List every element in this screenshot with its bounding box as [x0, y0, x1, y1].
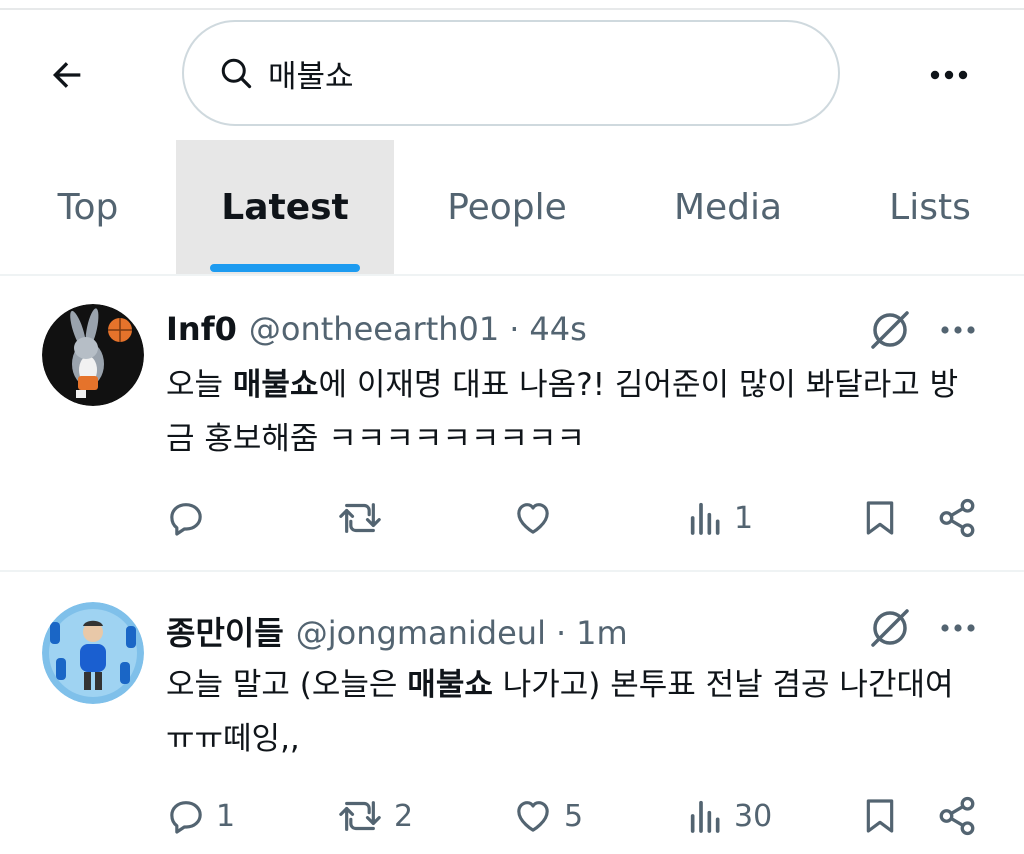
arrow-left-icon: [52, 62, 81, 88]
back-button[interactable]: [44, 52, 90, 98]
tab-label: People: [447, 186, 567, 228]
retweet-button[interactable]: 2: [336, 786, 413, 846]
share-button[interactable]: [936, 488, 978, 548]
bookmark-button[interactable]: [860, 786, 900, 846]
reply-button[interactable]: [166, 488, 216, 548]
reply-button[interactable]: 1: [166, 786, 235, 846]
display-name[interactable]: Inf0: [166, 310, 237, 348]
heart-icon: [517, 801, 549, 832]
username[interactable]: @ontheearth01: [249, 310, 499, 348]
reply-icon: [170, 801, 202, 834]
tab-media[interactable]: Media: [620, 140, 836, 274]
tab-label: Top: [57, 186, 119, 228]
more-horizontal-icon: [930, 70, 968, 80]
share-icon: [939, 796, 975, 836]
like-count: 5: [564, 798, 584, 834]
retweet-button[interactable]: [336, 488, 394, 548]
like-button[interactable]: [512, 488, 564, 548]
tab-label: Lists: [889, 186, 971, 228]
views-icon: [690, 800, 720, 833]
separator: ·: [555, 614, 567, 652]
tab-label: Media: [673, 186, 783, 228]
avatar[interactable]: [42, 304, 144, 406]
share-icon: [939, 498, 975, 538]
avatar[interactable]: [42, 602, 144, 704]
share-button[interactable]: [936, 786, 978, 846]
grok-icon: [871, 311, 909, 349]
bookmark-icon: [866, 799, 894, 833]
bookmark-button[interactable]: [860, 488, 900, 548]
text-before: 오늘: [166, 367, 233, 403]
tab-lists[interactable]: Lists: [836, 140, 1024, 274]
grok-button[interactable]: [866, 604, 914, 652]
view-count: 30: [734, 798, 773, 834]
separator: ·: [509, 310, 520, 348]
like-button[interactable]: 5: [512, 786, 583, 846]
search-highlight: 매불쇼: [232, 367, 319, 403]
tab-people[interactable]: People: [394, 140, 620, 274]
tweet-actions: 1: [0, 488, 1024, 548]
tweet-more-button[interactable]: [936, 308, 980, 352]
retweet-count: 2: [394, 798, 414, 834]
text-before: 오늘 말고 (오늘은: [166, 667, 408, 703]
search-input[interactable]: 매불쇼: [182, 20, 840, 126]
reply-icon: [170, 503, 202, 536]
views-icon: [690, 502, 720, 535]
reply-count: 1: [216, 798, 236, 834]
tab-label: Latest: [221, 186, 349, 228]
search-highlight: 매불쇼: [407, 667, 493, 703]
tab-latest[interactable]: Latest: [176, 140, 394, 274]
top-divider: [0, 8, 1024, 10]
bookmark-icon: [866, 501, 894, 535]
more-horizontal-icon: [941, 326, 975, 334]
retweet-icon: [339, 801, 381, 831]
tweet-divider: [0, 570, 1024, 572]
view-count: 1: [734, 500, 754, 536]
grok-icon: [871, 609, 909, 647]
tweet-header: 종만이들 @jongmanideul · 1m: [166, 608, 628, 654]
tabs-divider: [0, 274, 1024, 276]
display-name[interactable]: 종만이들: [166, 608, 284, 654]
tweet-text: 오늘 매불쇼에 이재명 대표 나옴?! 김어준이 많이 봐달라고 방금 홍보해줌…: [166, 358, 976, 466]
tweet-more-button[interactable]: [936, 606, 980, 650]
heart-icon: [517, 503, 549, 534]
tweet-text: 오늘 말고 (오늘은 매불쇼 나가고) 본투표 전날 겸공 나간대여ㅠㅠ떼잉,,: [166, 658, 976, 766]
grok-button[interactable]: [866, 306, 914, 354]
username[interactable]: @jongmanideul: [296, 614, 546, 652]
timestamp[interactable]: 1m: [576, 614, 628, 652]
search-tabs: Top Latest People Media Lists: [0, 140, 1024, 274]
more-horizontal-icon: [941, 624, 975, 632]
timestamp[interactable]: 44s: [529, 310, 586, 348]
active-tab-indicator: [210, 264, 360, 272]
tab-top[interactable]: Top: [0, 140, 176, 274]
views-button[interactable]: 30: [688, 786, 772, 846]
search-icon: [221, 58, 252, 89]
retweet-icon: [339, 503, 381, 533]
views-button[interactable]: 1: [688, 488, 753, 548]
tweet-actions: 1 2 5 30: [0, 786, 1024, 846]
tweet-header: Inf0 @ontheearth01 · 44s: [166, 310, 587, 348]
more-options-button[interactable]: [926, 52, 972, 98]
search-query[interactable]: 매불쇼: [268, 51, 354, 96]
